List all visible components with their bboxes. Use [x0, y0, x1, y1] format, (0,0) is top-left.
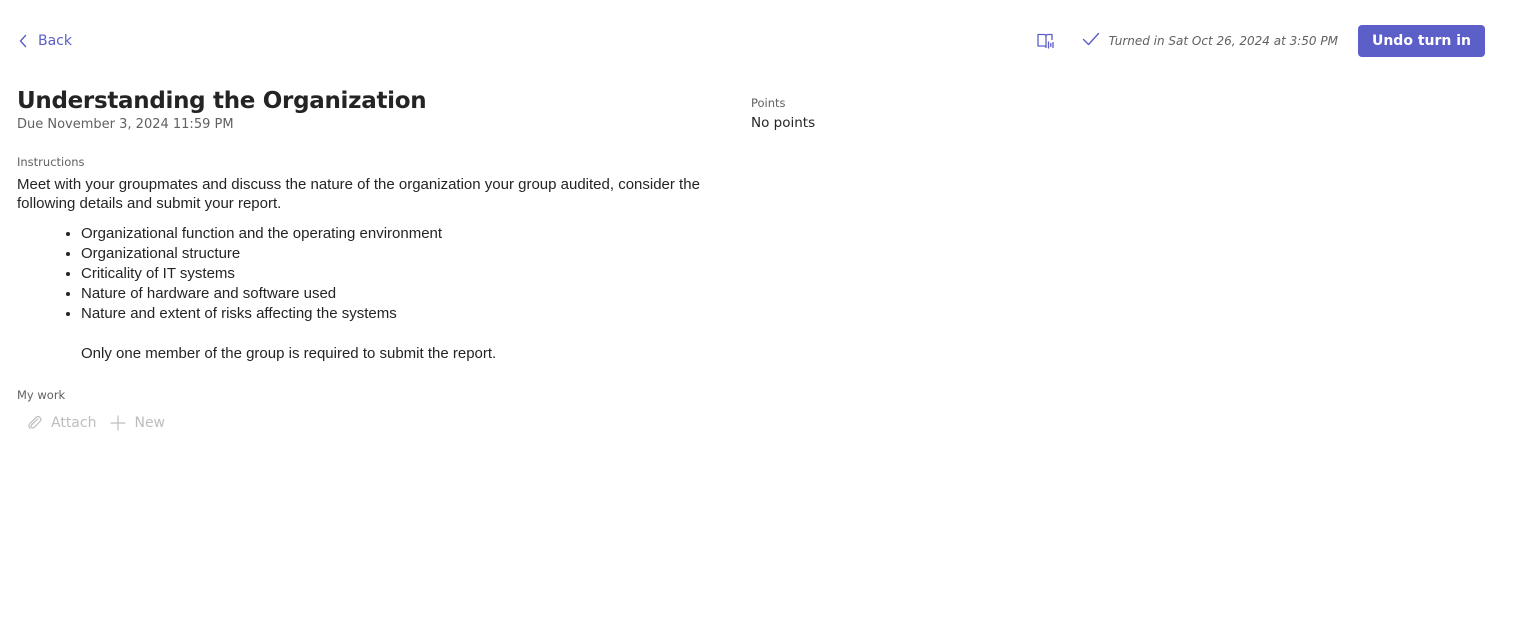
attach-label: Attach — [51, 415, 97, 431]
new-button[interactable]: New — [110, 415, 165, 431]
header-actions: Turned in Sat Oct 26, 2024 at 3:50 PM Un… — [1036, 25, 1485, 57]
list-item: Nature of hardware and software used — [81, 284, 732, 304]
back-button[interactable]: Back — [18, 30, 72, 52]
due-date: Due November 3, 2024 11:59 PM — [17, 117, 234, 132]
list-item: Nature and extent of risks affecting the… — [81, 304, 732, 324]
list-item: Organizational function and the operatin… — [81, 224, 732, 244]
chevron-left-icon — [18, 34, 28, 48]
assignment-title: Understanding the Organization — [17, 88, 427, 114]
instructions-body: Meet with your groupmates and discuss th… — [17, 175, 732, 364]
back-label: Back — [38, 33, 72, 49]
paperclip-icon — [27, 415, 43, 431]
checkmark-icon — [1082, 32, 1100, 51]
instructions-list: Organizational function and the operatin… — [17, 224, 732, 324]
new-label: New — [134, 415, 166, 431]
undo-turn-in-button[interactable]: Undo turn in — [1357, 25, 1485, 57]
attach-button[interactable]: Attach — [27, 415, 96, 431]
instructions-label: Instructions — [17, 155, 85, 169]
immersive-reader-icon[interactable] — [1036, 31, 1056, 51]
points-value: No points — [751, 115, 816, 131]
turned-in-text: Turned in Sat Oct 26, 2024 at 3:50 PM — [1108, 34, 1338, 48]
points-label: Points — [751, 96, 786, 110]
instructions-intro: Meet with your groupmates and discuss th… — [17, 176, 700, 212]
list-item: Organizational structure — [81, 244, 732, 264]
plus-icon — [110, 415, 127, 431]
list-item: Criticality of IT systems — [81, 264, 732, 284]
turned-in-status: Turned in Sat Oct 26, 2024 at 3:50 PM — [1082, 32, 1338, 51]
my-work-label: My work — [17, 388, 66, 402]
instructions-note: Only one member of the group is required… — [81, 345, 497, 362]
my-work-actions: Attach New — [27, 413, 179, 433]
